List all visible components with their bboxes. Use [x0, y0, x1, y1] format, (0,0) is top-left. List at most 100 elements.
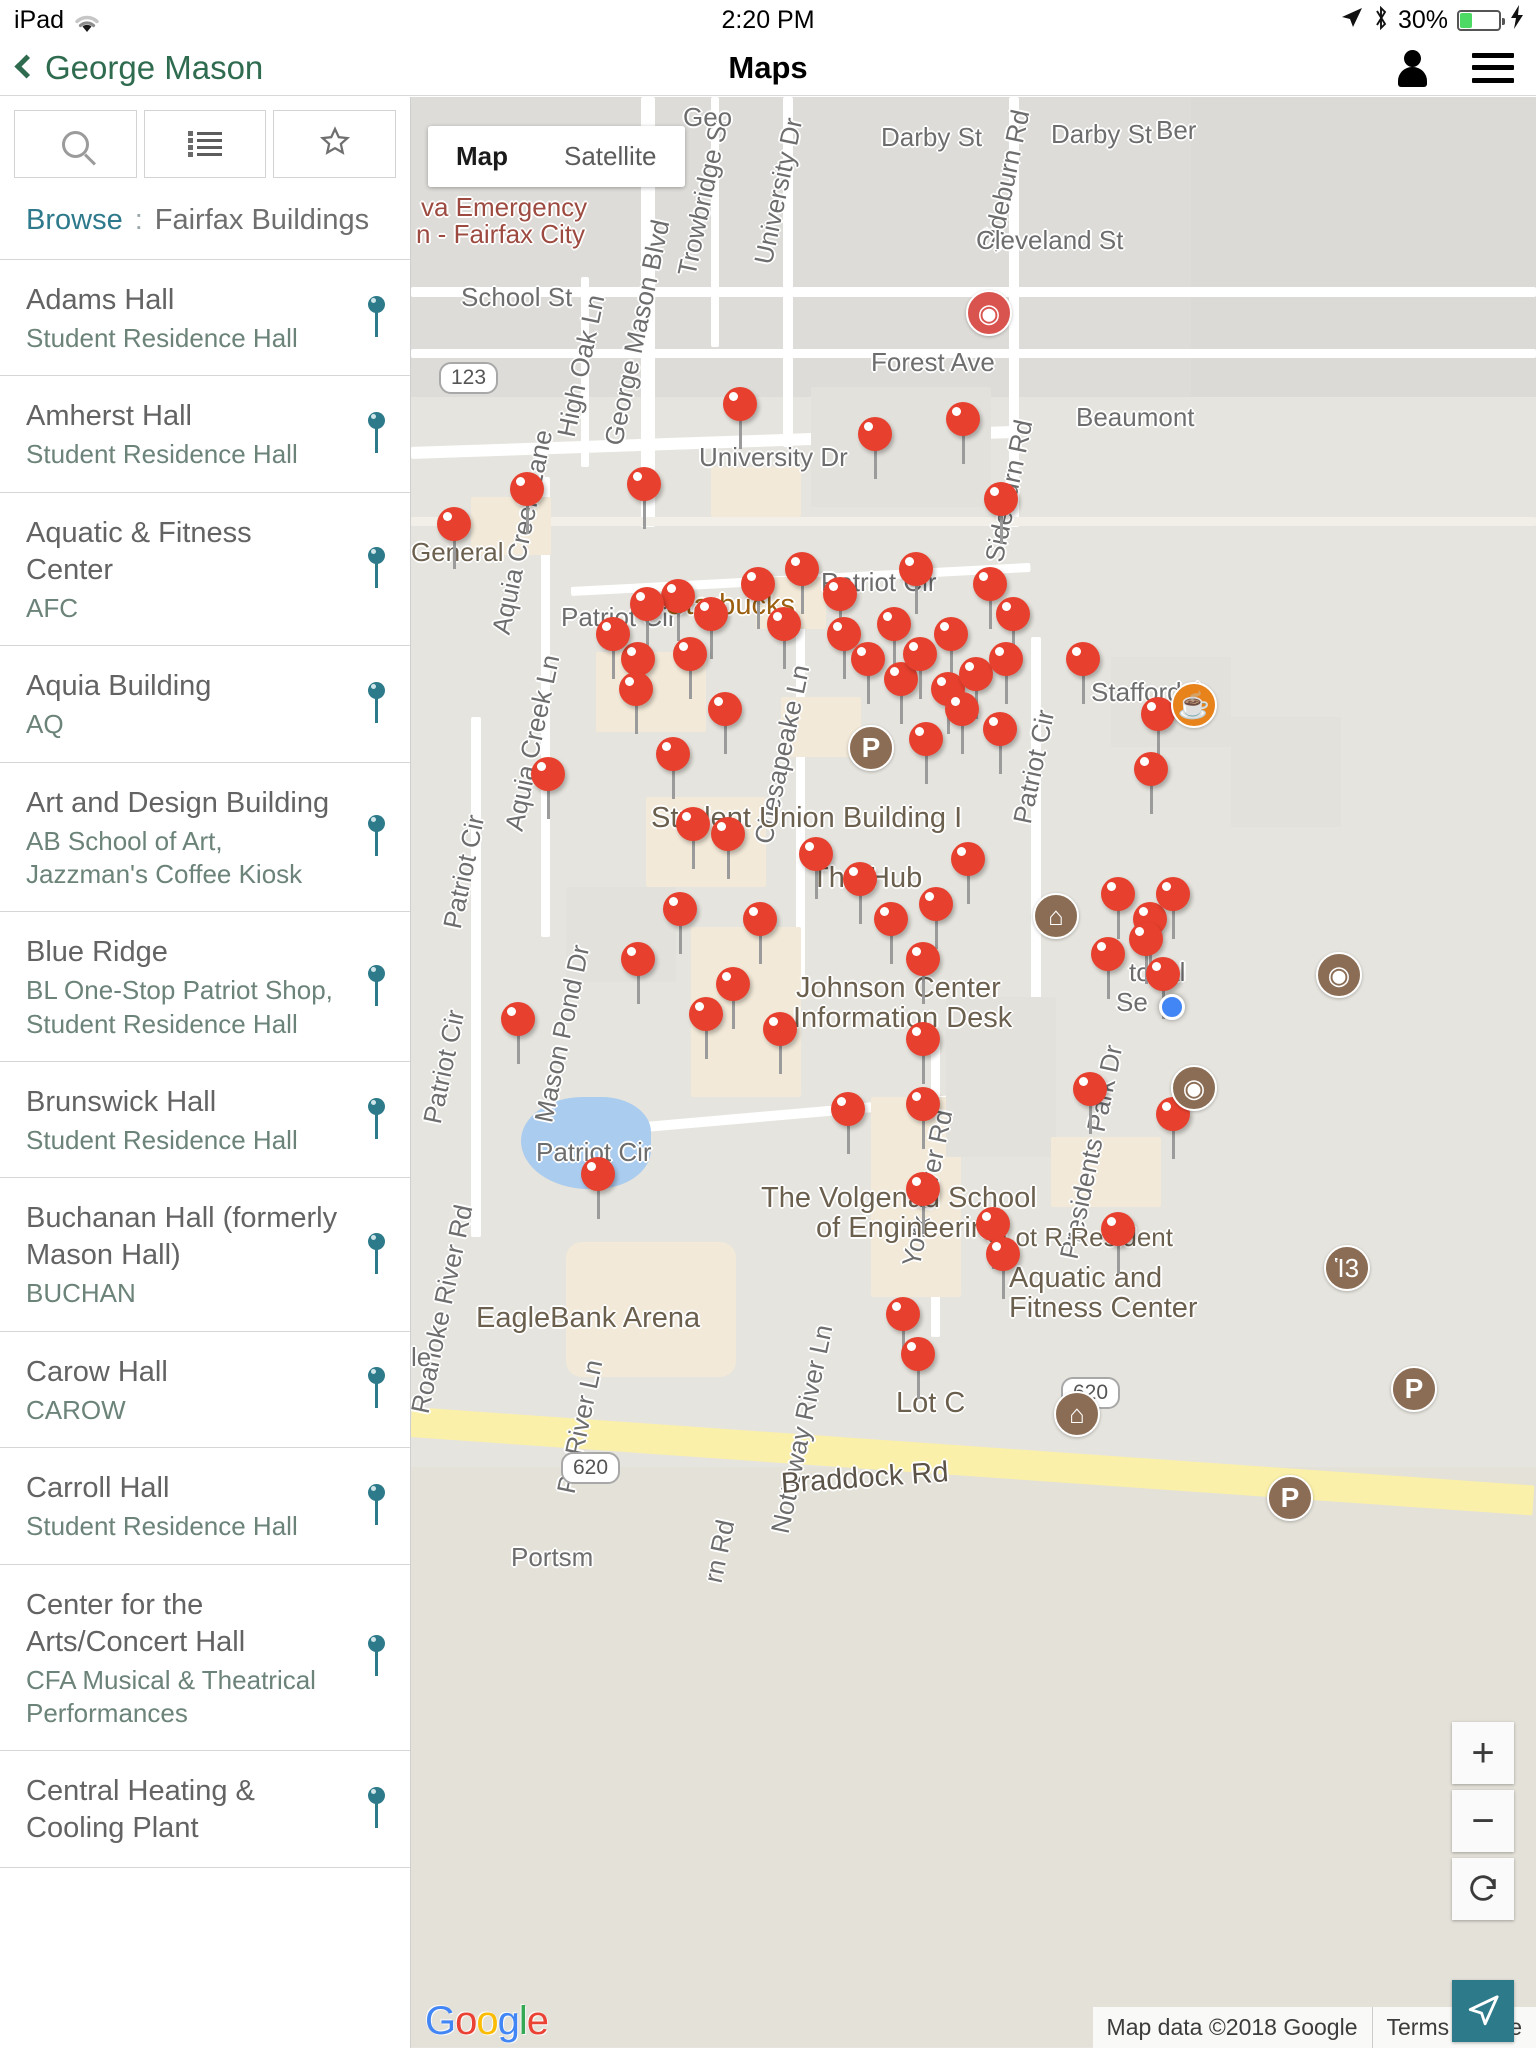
- map-south-area: [411, 1467, 1536, 2047]
- refresh-icon[interactable]: [1452, 1858, 1514, 1920]
- zoom-out-button[interactable]: −: [1452, 1790, 1514, 1852]
- building-shape: [566, 887, 676, 982]
- user-location-dot: [1159, 994, 1185, 1020]
- road-forest: [411, 349, 1536, 358]
- road-university-dr-n: [783, 97, 793, 447]
- list-item-title: Adams Hall: [26, 284, 175, 316]
- building-shape: [756, 577, 826, 629]
- starbucks-marker[interactable]: ☕: [1171, 682, 1217, 728]
- list-item[interactable]: Center for the Arts/Concert Hall CFA Musi…: [0, 1564, 410, 1752]
- list-item[interactable]: Carroll Hall Student Residence Hall: [0, 1448, 410, 1565]
- eaglebank-arena-shape: [566, 1242, 736, 1377]
- road-campus-north: [411, 517, 1536, 526]
- map-pin-icon[interactable]: [366, 295, 386, 340]
- list-item-title: Aquia Building: [26, 670, 212, 703]
- status-bar: iPad 2:20 PM 30%: [0, 0, 1536, 40]
- locate-me-button[interactable]: [1452, 1980, 1514, 2042]
- road-patriot-cir-e: [1031, 637, 1041, 1057]
- zoom-in-button[interactable]: +: [1452, 1722, 1514, 1784]
- building-shape: [946, 997, 1056, 1157]
- list-item-subtitle: AFC: [26, 592, 78, 623]
- building-shape: [811, 387, 991, 507]
- list-item-subtitle: Student Residence Hall: [26, 439, 298, 470]
- eaglebank-marker[interactable]: ⌂: [1054, 1391, 1100, 1437]
- google-logo: Google: [425, 1999, 549, 2043]
- map-pin-icon[interactable]: [366, 681, 386, 726]
- map-type-satellite[interactable]: Satellite: [536, 126, 685, 187]
- mason-pond-water: [521, 1097, 651, 1189]
- ipad-maps-app: iPad 2:20 PM 30% George Mason Maps Brows…: [0, 0, 1536, 2048]
- list-item[interactable]: Aquia Building AQ: [0, 646, 410, 763]
- johnson-center-marker[interactable]: ◉: [1171, 1065, 1217, 1111]
- list-item-title: Carow Hall: [26, 1355, 168, 1388]
- list-item-title: Center for the Arts/Concert Hall: [26, 1588, 246, 1658]
- list-item[interactable]: Art and Design Building AB School of Art,…: [0, 762, 410, 913]
- student-union-marker[interactable]: ⌂: [1033, 893, 1079, 939]
- tab-search[interactable]: [14, 110, 137, 178]
- list-item[interactable]: Carow Hall CAROW: [0, 1331, 410, 1449]
- list-item[interactable]: Blue Ridge BL One-Stop Patriot Shop, Stud…: [0, 912, 410, 1062]
- afc-parking-marker[interactable]: P: [1391, 1366, 1437, 1412]
- list-item-subtitle: BL One-Stop Patriot Shop, Student Reside…: [26, 975, 333, 1039]
- hamburger-menu-icon[interactable]: [1472, 52, 1514, 83]
- map-pin-icon[interactable]: [366, 1635, 386, 1679]
- list-item[interactable]: Adams Hall Student Residence Hall: [0, 260, 410, 377]
- location-arrow-icon: [1340, 6, 1364, 34]
- bluetooth-icon: [1373, 5, 1389, 36]
- lightning-bolt-icon: [1510, 5, 1524, 35]
- map-pin-icon[interactable]: [366, 1367, 386, 1411]
- map-zoom-controls[interactable]: + −: [1452, 1722, 1514, 1920]
- list-item-title: Blue Ridge: [26, 936, 168, 969]
- list-item[interactable]: Buchanan Hall (formerly Mason Hall) BUCHA…: [0, 1178, 410, 1332]
- map-pin-icon[interactable]: [366, 814, 386, 859]
- person-icon[interactable]: [1396, 49, 1428, 87]
- building-shape: [711, 467, 801, 517]
- tab-bookmarks[interactable]: [273, 110, 397, 178]
- list-item[interactable]: Aquatic & Fitness Center AFC: [0, 492, 410, 647]
- map-pin-icon[interactable]: [366, 1097, 386, 1142]
- sidebar-tabbar: [0, 97, 410, 178]
- building-shape: [646, 797, 766, 887]
- status-bar-right: 30%: [1340, 5, 1524, 36]
- navigation-actions: [1396, 49, 1514, 87]
- list-item[interactable]: Brunswick Hall Student Residence Hall: [0, 1061, 410, 1179]
- road-high-oak: [581, 277, 589, 467]
- hospital-marker[interactable]: ◉: [966, 290, 1012, 336]
- list-item-title: Carroll Hall: [26, 1472, 170, 1505]
- tab-list[interactable]: [143, 110, 267, 178]
- map-view[interactable]: Map Satellite Darby St Darby St Sideburn R…: [411, 97, 1536, 2048]
- map-label: 123: [439, 362, 499, 394]
- breadcrumb-current: Fairfax Buildings: [154, 204, 370, 236]
- parking-marker[interactable]: P: [848, 725, 894, 771]
- list-item-title: Art and Design Building: [26, 786, 330, 819]
- list-item[interactable]: Central Heating & Cooling Plant: [0, 1751, 410, 1869]
- the-hub-marker[interactable]: ◉: [1316, 952, 1362, 998]
- breadcrumb-browse-link[interactable]: Browse: [26, 204, 123, 237]
- list-item-subtitle: Student Residence Hall: [26, 1511, 298, 1542]
- list-item-title: Aquatic & Fitness Center: [26, 516, 252, 586]
- breadcrumb-separator: :: [134, 204, 143, 236]
- list-item-subtitle: CFA Musical & Theatrical Performances: [26, 1664, 316, 1728]
- battery-percent: 30%: [1397, 5, 1448, 34]
- map-pin-icon[interactable]: [366, 1232, 386, 1277]
- lot-c-parking-marker[interactable]: P: [1267, 1475, 1313, 1521]
- battery-icon: [1457, 9, 1505, 31]
- building-shape: [1051, 1137, 1161, 1207]
- building-list[interactable]: Adams Hall Student Residence Hall Amherst …: [0, 260, 410, 1869]
- list-item-subtitle: AQ: [26, 709, 64, 740]
- map-pin-icon[interactable]: [366, 1787, 386, 1831]
- map-pin-icon[interactable]: [366, 546, 386, 591]
- list-item-subtitle: CAROW: [26, 1394, 126, 1425]
- map-pin-icon[interactable]: [366, 412, 386, 456]
- page-title: Maps: [728, 49, 808, 85]
- list-item-subtitle: Student Residence Hall: [26, 1125, 298, 1155]
- list-item-title: Central Heating & Cooling Plant: [26, 1775, 255, 1845]
- attribution-text: Map data ©2018 Google: [1106, 2014, 1358, 2040]
- map-pin-icon[interactable]: [366, 964, 386, 1009]
- list-item[interactable]: Amherst Hall Student Residence Hall: [0, 376, 410, 493]
- breadcrumb: Browse : Fairfax Buildings: [0, 178, 410, 260]
- map-type-map[interactable]: Map: [428, 126, 536, 187]
- map-pin-icon[interactable]: [366, 1483, 386, 1528]
- map-type-toggle[interactable]: Map Satellite: [428, 126, 685, 187]
- volgenau-marker[interactable]: Ἱ3: [1324, 1245, 1370, 1291]
